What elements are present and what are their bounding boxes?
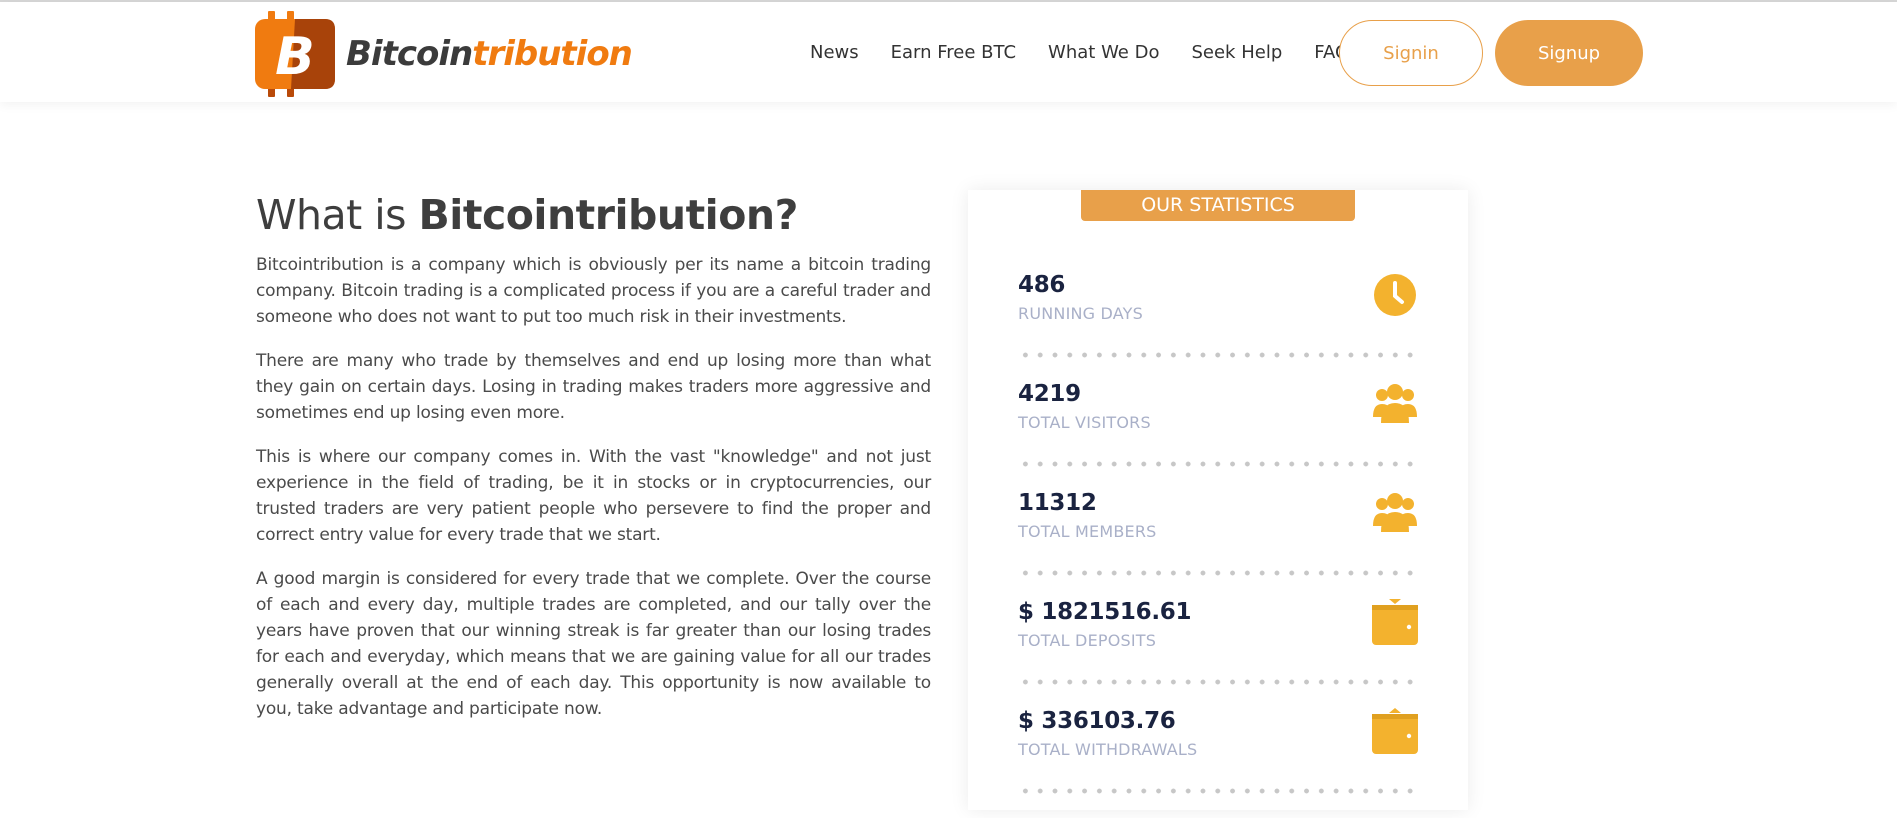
- stat-value: $ 336103.76: [1018, 708, 1176, 734]
- nav-news[interactable]: News: [810, 42, 859, 63]
- users-icon: [1372, 381, 1418, 427]
- statistics-heading: OUR STATISTICS: [1081, 190, 1355, 221]
- stat-label: TOTAL MEMBERS: [1018, 522, 1157, 541]
- site-header: B Bitcointribution News Earn Free BTC Wh…: [0, 2, 1897, 102]
- signup-button[interactable]: Signup: [1495, 20, 1643, 86]
- wallet-deposit-icon: [1372, 599, 1418, 645]
- nav-what-we-do[interactable]: What We Do: [1048, 42, 1159, 63]
- stat-total-withdrawals: $ 336103.76 TOTAL WITHDRAWALS: [1018, 708, 1418, 818]
- stat-value: $ 1821516.61: [1018, 599, 1192, 625]
- signin-button[interactable]: Signin: [1339, 20, 1483, 86]
- about-section: What is Bitcointribution? Bitcointributi…: [256, 190, 931, 722]
- clock-icon: [1372, 272, 1418, 318]
- stat-label: TOTAL WITHDRAWALS: [1018, 740, 1198, 759]
- users-icon: [1372, 490, 1418, 536]
- bitcoin-logo-icon: B: [255, 11, 337, 97]
- stat-running-days: 486 RUNNING DAYS: [1018, 272, 1418, 382]
- statistics-panel: OUR STATISTICS 486 RUNNING DAYS 4219 TOT…: [968, 190, 1468, 810]
- divider-dots: [1018, 788, 1418, 794]
- divider-dots: [1018, 570, 1418, 576]
- nav-earn-free-btc[interactable]: Earn Free BTC: [891, 42, 1016, 63]
- logo-text-dark: Bitcoin: [346, 34, 473, 74]
- wallet-withdraw-icon: [1372, 708, 1418, 754]
- about-title-bold: Bitcointribution?: [418, 191, 799, 239]
- divider-dots: [1018, 461, 1418, 467]
- divider-dots: [1018, 679, 1418, 685]
- about-paragraph-1: Bitcointribution is a company which is o…: [256, 255, 931, 327]
- stat-label: TOTAL VISITORS: [1018, 413, 1151, 432]
- divider-dots: [1018, 352, 1418, 358]
- nav-seek-help[interactable]: Seek Help: [1191, 42, 1282, 63]
- stat-total-deposits: $ 1821516.61 TOTAL DEPOSITS: [1018, 599, 1418, 709]
- about-title-prefix: What is: [256, 191, 419, 239]
- logo[interactable]: B Bitcointribution: [255, 11, 633, 97]
- stat-value: 11312: [1018, 490, 1097, 516]
- stat-total-members: 11312 TOTAL MEMBERS: [1018, 490, 1418, 600]
- about-paragraph-4: A good margin is considered for every tr…: [256, 569, 931, 719]
- logo-text-orange: tribution: [472, 34, 633, 74]
- about-paragraph-3: This is where our company comes in. With…: [256, 447, 931, 545]
- about-title: What is Bitcointribution?: [256, 190, 931, 240]
- stat-value: 4219: [1018, 381, 1081, 407]
- logo-wordmark: Bitcointribution: [346, 34, 633, 74]
- stat-label: RUNNING DAYS: [1018, 304, 1144, 323]
- main-nav: News Earn Free BTC What We Do Seek Help …: [810, 42, 1381, 63]
- stat-total-visitors: 4219 TOTAL VISITORS: [1018, 381, 1418, 491]
- about-paragraph-2: There are many who trade by themselves a…: [256, 351, 931, 423]
- logo-letter: B: [275, 27, 315, 87]
- stat-label: TOTAL DEPOSITS: [1018, 631, 1157, 650]
- stat-value: 486: [1018, 272, 1066, 298]
